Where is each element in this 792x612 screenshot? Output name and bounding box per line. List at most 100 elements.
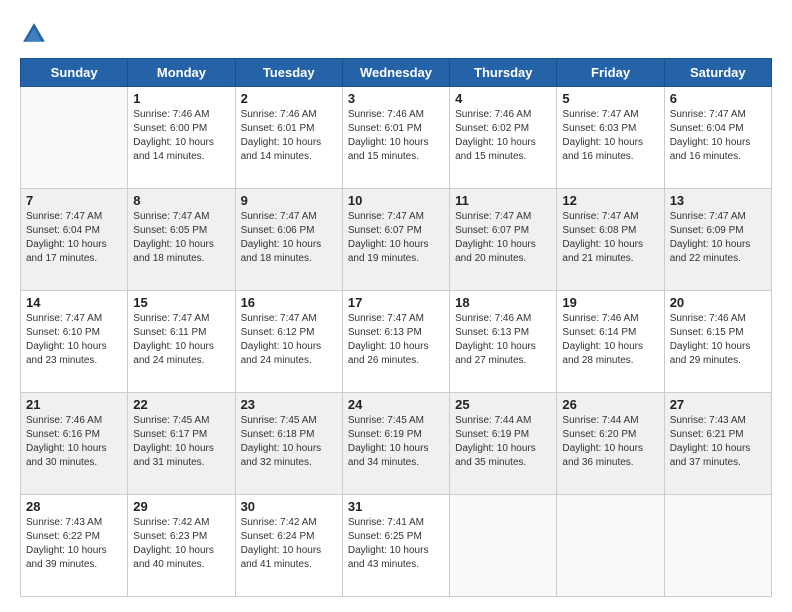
logo-icon	[20, 20, 48, 48]
day-number: 11	[455, 193, 551, 208]
day-info: Sunrise: 7:47 AM Sunset: 6:03 PM Dayligh…	[562, 108, 658, 164]
calendar-cell: 25 Sunrise: 7:44 AM Sunset: 6:19 PM Dayli…	[450, 393, 557, 495]
calendar-cell: 9Sunrise: 7:47 AM Sunset: 6:06 PM Daylig…	[235, 189, 342, 291]
day-number: 22	[133, 397, 229, 412]
logo	[20, 20, 52, 48]
weekday-header-row: SundayMondayTuesdayWednesdayThursdayFrid…	[21, 59, 772, 87]
day-number: 10	[348, 193, 444, 208]
day-info: Sunrise: 7:46 AM Sunset: 6:02 PM Dayligh…	[455, 108, 551, 164]
calendar-cell: 29Sunrise: 7:42 AM Sunset: 6:23 PM Dayli…	[128, 495, 235, 597]
calendar-cell	[664, 495, 771, 597]
day-number: 15	[133, 295, 229, 310]
calendar-cell: 18 Sunrise: 7:46 AM Sunset: 6:13 PM Dayli…	[450, 291, 557, 393]
day-info: Sunrise: 7:47 AM Sunset: 6:12 PM Dayligh…	[241, 312, 337, 368]
day-info: Sunrise: 7:45 AM Sunset: 6:18 PM Dayligh…	[241, 414, 337, 470]
calendar-cell: 5 Sunrise: 7:47 AM Sunset: 6:03 PM Daylig…	[557, 87, 664, 189]
calendar-cell: 4 Sunrise: 7:46 AM Sunset: 6:02 PM Daylig…	[450, 87, 557, 189]
calendar-cell: 1 Sunrise: 7:46 AM Sunset: 6:00 PM Daylig…	[128, 87, 235, 189]
calendar-cell: 12 Sunrise: 7:47 AM Sunset: 6:08 PM Dayli…	[557, 189, 664, 291]
weekday-header-sunday: Sunday	[21, 59, 128, 87]
day-info: Sunrise: 7:47 AM Sunset: 6:07 PM Dayligh…	[348, 210, 444, 266]
day-number: 13	[670, 193, 766, 208]
calendar-cell: 14 Sunrise: 7:47 AM Sunset: 6:10 PM Dayli…	[21, 291, 128, 393]
day-info: Sunrise: 7:46 AM Sunset: 6:14 PM Dayligh…	[562, 312, 658, 368]
day-number: 12	[562, 193, 658, 208]
calendar-cell: 28Sunrise: 7:43 AM Sunset: 6:22 PM Dayli…	[21, 495, 128, 597]
calendar-cell: 26 Sunrise: 7:44 AM Sunset: 6:20 PM Dayli…	[557, 393, 664, 495]
day-info: Sunrise: 7:47 AM Sunset: 6:08 PM Dayligh…	[562, 210, 658, 266]
week-row-4: 21 Sunrise: 7:46 AM Sunset: 6:16 PM Dayli…	[21, 393, 772, 495]
calendar-cell: 23 Sunrise: 7:45 AM Sunset: 6:18 PM Dayli…	[235, 393, 342, 495]
week-row-3: 14 Sunrise: 7:47 AM Sunset: 6:10 PM Dayli…	[21, 291, 772, 393]
day-number: 19	[562, 295, 658, 310]
day-number: 1	[133, 91, 229, 106]
week-row-5: 28Sunrise: 7:43 AM Sunset: 6:22 PM Dayli…	[21, 495, 772, 597]
day-info: Sunrise: 7:46 AM Sunset: 6:00 PM Dayligh…	[133, 108, 229, 164]
day-info: Sunrise: 7:44 AM Sunset: 6:19 PM Dayligh…	[455, 414, 551, 470]
day-info: Sunrise: 7:47 AM Sunset: 6:10 PM Dayligh…	[26, 312, 122, 368]
calendar-cell: 27 Sunrise: 7:43 AM Sunset: 6:21 PM Dayli…	[664, 393, 771, 495]
day-info: Sunrise: 7:41 AM Sunset: 6:25 PM Dayligh…	[348, 516, 444, 572]
day-number: 16	[241, 295, 337, 310]
day-info: Sunrise: 7:45 AM Sunset: 6:19 PM Dayligh…	[348, 414, 444, 470]
calendar-cell: 7 Sunrise: 7:47 AM Sunset: 6:04 PM Daylig…	[21, 189, 128, 291]
weekday-header-tuesday: Tuesday	[235, 59, 342, 87]
day-number: 27	[670, 397, 766, 412]
weekday-header-friday: Friday	[557, 59, 664, 87]
calendar-cell	[21, 87, 128, 189]
day-number: 23	[241, 397, 337, 412]
calendar-cell: 30Sunrise: 7:42 AM Sunset: 6:24 PM Dayli…	[235, 495, 342, 597]
calendar-cell: 17 Sunrise: 7:47 AM Sunset: 6:13 PM Dayli…	[342, 291, 449, 393]
calendar-cell: 19 Sunrise: 7:46 AM Sunset: 6:14 PM Dayli…	[557, 291, 664, 393]
day-info: Sunrise: 7:44 AM Sunset: 6:20 PM Dayligh…	[562, 414, 658, 470]
weekday-header-saturday: Saturday	[664, 59, 771, 87]
day-info: Sunrise: 7:47 AM Sunset: 6:13 PM Dayligh…	[348, 312, 444, 368]
calendar-cell: 13 Sunrise: 7:47 AM Sunset: 6:09 PM Dayli…	[664, 189, 771, 291]
calendar-cell: 10 Sunrise: 7:47 AM Sunset: 6:07 PM Dayli…	[342, 189, 449, 291]
calendar-cell: 11Sunrise: 7:47 AM Sunset: 6:07 PM Dayli…	[450, 189, 557, 291]
calendar-cell: 15Sunrise: 7:47 AM Sunset: 6:11 PM Dayli…	[128, 291, 235, 393]
day-info: Sunrise: 7:47 AM Sunset: 6:09 PM Dayligh…	[670, 210, 766, 266]
day-number: 7	[26, 193, 122, 208]
day-number: 29	[133, 499, 229, 514]
week-row-2: 7 Sunrise: 7:47 AM Sunset: 6:04 PM Daylig…	[21, 189, 772, 291]
day-info: Sunrise: 7:46 AM Sunset: 6:15 PM Dayligh…	[670, 312, 766, 368]
weekday-header-thursday: Thursday	[450, 59, 557, 87]
day-number: 31	[348, 499, 444, 514]
day-number: 17	[348, 295, 444, 310]
week-row-1: 1 Sunrise: 7:46 AM Sunset: 6:00 PM Daylig…	[21, 87, 772, 189]
calendar-cell: 3Sunrise: 7:46 AM Sunset: 6:01 PM Daylig…	[342, 87, 449, 189]
day-info: Sunrise: 7:42 AM Sunset: 6:24 PM Dayligh…	[241, 516, 337, 572]
day-number: 21	[26, 397, 122, 412]
calendar-cell: 22Sunrise: 7:45 AM Sunset: 6:17 PM Dayli…	[128, 393, 235, 495]
calendar-cell	[450, 495, 557, 597]
day-number: 5	[562, 91, 658, 106]
calendar-cell	[557, 495, 664, 597]
calendar-cell: 21 Sunrise: 7:46 AM Sunset: 6:16 PM Dayli…	[21, 393, 128, 495]
day-number: 14	[26, 295, 122, 310]
day-info: Sunrise: 7:47 AM Sunset: 6:04 PM Dayligh…	[670, 108, 766, 164]
day-info: Sunrise: 7:43 AM Sunset: 6:21 PM Dayligh…	[670, 414, 766, 470]
day-number: 18	[455, 295, 551, 310]
day-info: Sunrise: 7:46 AM Sunset: 6:01 PM Dayligh…	[348, 108, 444, 164]
calendar-cell: 16 Sunrise: 7:47 AM Sunset: 6:12 PM Dayli…	[235, 291, 342, 393]
day-number: 2	[241, 91, 337, 106]
page: SundayMondayTuesdayWednesdayThursdayFrid…	[0, 0, 792, 612]
day-number: 9	[241, 193, 337, 208]
day-number: 26	[562, 397, 658, 412]
calendar-cell: 8Sunrise: 7:47 AM Sunset: 6:05 PM Daylig…	[128, 189, 235, 291]
day-info: Sunrise: 7:47 AM Sunset: 6:04 PM Dayligh…	[26, 210, 122, 266]
day-number: 4	[455, 91, 551, 106]
day-info: Sunrise: 7:46 AM Sunset: 6:16 PM Dayligh…	[26, 414, 122, 470]
day-number: 25	[455, 397, 551, 412]
day-number: 8	[133, 193, 229, 208]
day-info: Sunrise: 7:46 AM Sunset: 6:13 PM Dayligh…	[455, 312, 551, 368]
calendar-cell: 31 Sunrise: 7:41 AM Sunset: 6:25 PM Dayli…	[342, 495, 449, 597]
day-info: Sunrise: 7:43 AM Sunset: 6:22 PM Dayligh…	[26, 516, 122, 572]
day-number: 6	[670, 91, 766, 106]
day-number: 24	[348, 397, 444, 412]
calendar-cell: 2Sunrise: 7:46 AM Sunset: 6:01 PM Daylig…	[235, 87, 342, 189]
header	[20, 20, 772, 48]
calendar-table: SundayMondayTuesdayWednesdayThursdayFrid…	[20, 58, 772, 597]
calendar-cell: 24 Sunrise: 7:45 AM Sunset: 6:19 PM Dayli…	[342, 393, 449, 495]
